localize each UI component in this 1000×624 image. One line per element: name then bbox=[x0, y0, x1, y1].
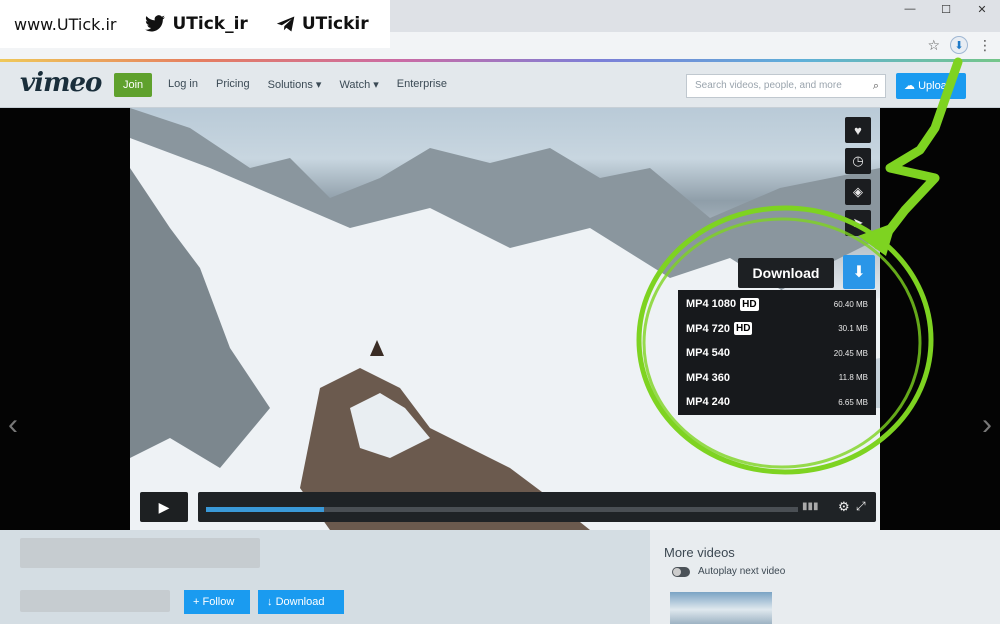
telegram-icon bbox=[276, 16, 295, 32]
download-format: MP4 360 bbox=[686, 371, 731, 384]
watermark-twitter-handle: UTick_ir bbox=[172, 14, 248, 34]
progress-track: ▮▮▮ ⚙ ⤢ bbox=[198, 492, 876, 522]
download-option[interactable]: MP4 240 6.65 MB bbox=[678, 390, 876, 415]
blurred-channel bbox=[20, 590, 170, 612]
watermark-telegram-handle: UTickir bbox=[301, 14, 369, 34]
nav-login[interactable]: Log in bbox=[168, 78, 198, 91]
download-option[interactable]: MP4 540 20.45 MB bbox=[678, 341, 876, 366]
minimize-icon[interactable]: — bbox=[892, 0, 928, 18]
autoplay-toggle[interactable] bbox=[672, 566, 690, 577]
download-format: MP4 240 bbox=[686, 396, 731, 409]
nav-solutions[interactable]: Solutions ▾ bbox=[268, 78, 322, 91]
download-option[interactable]: MP4 1080 HD 60.40 MB bbox=[678, 292, 876, 317]
download-format: MP4 1080 bbox=[686, 298, 737, 311]
stack-icon[interactable]: ◈ bbox=[845, 179, 871, 205]
share-icon[interactable]: ➤ bbox=[845, 210, 871, 236]
download-arrow-icon: ⬇ bbox=[852, 264, 866, 281]
vimeo-logo[interactable]: vimeo bbox=[20, 68, 102, 98]
play-icon: ▶ bbox=[158, 498, 170, 515]
join-button[interactable]: Join bbox=[114, 73, 153, 97]
watermark-twitter: UTick_ir bbox=[144, 14, 248, 34]
volume-icon[interactable]: ▮▮▮ bbox=[802, 501, 819, 512]
more-videos-title: More videos bbox=[664, 545, 735, 560]
download-size: 20.45 MB bbox=[833, 348, 868, 358]
play-button[interactable]: ▶ bbox=[140, 492, 188, 522]
clock-icon[interactable]: ◷ bbox=[845, 148, 871, 174]
download-tooltip: Download bbox=[738, 258, 834, 288]
nav-enterprise[interactable]: Enterprise bbox=[397, 78, 447, 91]
hd-badge: HD bbox=[740, 297, 759, 311]
download-page-label: Download bbox=[275, 596, 325, 608]
download-button[interactable]: ⬇ bbox=[843, 255, 875, 289]
nav-pricing[interactable]: Pricing bbox=[216, 78, 250, 91]
upload-label: Upload bbox=[918, 80, 953, 92]
hd-badge: HD bbox=[734, 322, 753, 336]
watermark-banner: www.UTick.ir UTick_ir UTickir bbox=[0, 0, 390, 48]
autoplay-row: Autoplay next video bbox=[672, 566, 785, 577]
vimeo-header: vimeo Join Log in Pricing Solutions ▾ Wa… bbox=[0, 62, 1000, 108]
follow-button[interactable]: + Follow bbox=[184, 590, 250, 614]
close-icon[interactable]: ✕ bbox=[964, 0, 1000, 18]
download-option[interactable]: MP4 720 HD 30.1 MB bbox=[678, 317, 876, 342]
download-size: 30.1 MB bbox=[838, 324, 868, 334]
download-format: MP4 540 bbox=[686, 347, 731, 360]
download-format: MP4 720 bbox=[686, 322, 731, 335]
seek-bar[interactable] bbox=[206, 507, 798, 512]
video-thumbnail[interactable] bbox=[670, 592, 772, 624]
download-size: 6.65 MB bbox=[838, 397, 868, 407]
search-input[interactable]: Search videos, people, and more ⌕ bbox=[686, 74, 886, 98]
autoplay-label: Autoplay next video bbox=[698, 566, 786, 577]
main-nav: Log in Pricing Solutions ▾ Watch ▾ Enter… bbox=[168, 78, 447, 91]
search-icon[interactable]: ⌕ bbox=[873, 75, 879, 97]
watermark-site: www.UTick.ir bbox=[14, 14, 117, 34]
video-side-actions: ♥ ◷ ◈ ➤ bbox=[845, 117, 871, 236]
maximize-icon[interactable]: ☐ bbox=[928, 0, 964, 18]
download-size: 60.40 MB bbox=[833, 299, 868, 309]
download-size: 11.8 MB bbox=[838, 373, 868, 383]
nav-watch[interactable]: Watch ▾ bbox=[339, 78, 378, 91]
watermark-telegram: UTickir bbox=[276, 14, 369, 34]
search-placeholder: Search videos, people, and more bbox=[695, 80, 842, 91]
twitter-icon bbox=[145, 15, 166, 32]
fullscreen-icon[interactable]: ⤢ bbox=[856, 499, 866, 514]
window-controls: — ☐ ✕ bbox=[892, 0, 1000, 18]
download-small-icon: ↓ bbox=[267, 596, 276, 608]
download-extension-icon[interactable]: ⬇ bbox=[950, 36, 968, 54]
bookmark-star-icon[interactable]: ☆ bbox=[927, 37, 940, 54]
browser-menu-icon[interactable]: ⋮ bbox=[978, 38, 992, 52]
upload-button[interactable]: ☁ Upload bbox=[896, 73, 966, 99]
download-menu: MP4 1080 HD 60.40 MB MP4 720 HD 30.1 MB MP… bbox=[678, 290, 876, 415]
player-controls: ▶ ▮▮▮ ⚙ ⤢ bbox=[140, 492, 876, 522]
heart-icon[interactable]: ♥ bbox=[845, 117, 871, 143]
next-video-icon[interactable]: › bbox=[982, 408, 992, 442]
download-option[interactable]: MP4 360 11.8 MB bbox=[678, 366, 876, 391]
download-page-button[interactable]: ↓ Download bbox=[258, 590, 344, 614]
gear-icon[interactable]: ⚙ bbox=[838, 499, 850, 515]
progress-fill bbox=[206, 507, 325, 512]
previous-video-icon[interactable]: ‹ bbox=[8, 408, 18, 442]
blurred-title bbox=[20, 538, 260, 568]
cloud-upload-icon: ☁ bbox=[904, 80, 915, 92]
